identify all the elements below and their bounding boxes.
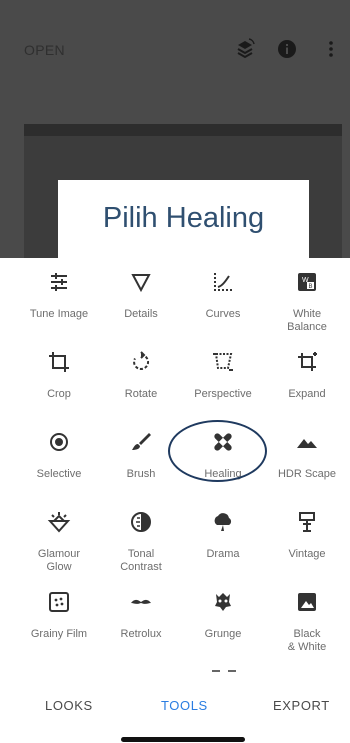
more-options-icon[interactable] <box>320 38 342 60</box>
tool-black-white[interactable]: Black & White <box>264 590 350 654</box>
tool-grainy-film[interactable]: Grainy Film <box>16 590 102 641</box>
tool-tonal-contrast[interactable]: Tonal Contrast <box>98 510 184 574</box>
tool-label: Tonal Contrast <box>120 548 162 573</box>
brush-icon <box>129 430 153 454</box>
drama-icon <box>211 510 235 534</box>
photo-top-strip <box>24 124 342 136</box>
tool-label: Grainy Film <box>30 628 88 640</box>
tool-rotate[interactable]: Rotate <box>98 350 184 401</box>
instruction-text: Pilih Healing <box>102 202 265 234</box>
healing-highlight-annotation <box>168 420 267 482</box>
tool-vintage[interactable]: Vintage <box>264 510 350 561</box>
perspective-icon <box>211 350 235 374</box>
grunge-icon <box>211 590 235 614</box>
tonal-contrast-icon <box>129 510 153 534</box>
tool-label: Tune Image <box>29 308 89 320</box>
tool-label: Retrolux <box>120 628 162 640</box>
tools-grid: Tune Image Details Curves W B White Bala… <box>0 258 350 678</box>
tool-label: Rotate <box>124 388 158 400</box>
tool-selective[interactable]: Selective <box>16 430 102 481</box>
tool-label: Black & White <box>287 628 327 653</box>
tool-label: Crop <box>47 388 71 400</box>
tool-label: Vintage <box>288 548 326 560</box>
tune-image-icon <box>47 270 71 294</box>
svg-text:B: B <box>309 284 313 290</box>
expand-icon <box>295 350 319 374</box>
rotate-icon <box>129 350 153 374</box>
more-tools-indicator <box>212 670 238 672</box>
instruction-caption: Pilih Healing <box>58 180 309 258</box>
tool-hdr-scape[interactable]: HDR Scape <box>264 430 350 481</box>
tool-label: Details <box>124 308 158 320</box>
glamour-glow-icon <box>47 510 71 534</box>
tool-label: Perspective <box>194 388 252 400</box>
grainy-film-icon <box>47 590 71 614</box>
tool-retrolux[interactable]: Retrolux <box>98 590 184 641</box>
tool-perspective[interactable]: Perspective <box>180 350 266 401</box>
tab-export[interactable]: EXPORT <box>273 698 330 713</box>
tool-label: HDR Scape <box>277 468 337 480</box>
tool-label: Glamour Glow <box>37 548 81 573</box>
tool-label: Expand <box>288 388 326 400</box>
tool-drama[interactable]: Drama <box>180 510 266 561</box>
tool-label: Drama <box>206 548 240 560</box>
home-indicator[interactable] <box>121 737 245 742</box>
black-white-icon <box>295 590 319 614</box>
hdr-scape-icon <box>295 430 319 454</box>
white-balance-icon: W B <box>295 270 319 294</box>
tool-white-balance[interactable]: W B White Balance <box>264 270 350 334</box>
tool-label: Grunge <box>204 628 242 640</box>
selective-icon <box>47 430 71 454</box>
crop-icon <box>47 350 71 374</box>
tool-curves[interactable]: Curves <box>180 270 266 321</box>
tool-glamour-glow[interactable]: Glamour Glow <box>16 510 102 574</box>
tool-label: Curves <box>205 308 241 320</box>
details-icon <box>129 270 153 294</box>
bottom-nav: LOOKS TOOLS EXPORT <box>0 682 350 728</box>
curves-icon <box>211 270 235 294</box>
tool-label: White Balance <box>287 308 327 333</box>
tool-label: Selective <box>36 468 82 480</box>
retrolux-icon <box>129 590 153 614</box>
app-bar: OPEN <box>0 30 350 70</box>
tab-tools[interactable]: TOOLS <box>161 698 208 713</box>
info-icon[interactable] <box>276 38 298 60</box>
vintage-icon <box>295 510 319 534</box>
tool-crop[interactable]: Crop <box>16 350 102 401</box>
tool-expand[interactable]: Expand <box>264 350 350 401</box>
layers-undo-icon[interactable] <box>234 38 256 60</box>
tool-label: Brush <box>126 468 156 480</box>
tab-looks[interactable]: LOOKS <box>45 698 93 713</box>
tool-grunge[interactable]: Grunge <box>180 590 266 641</box>
tool-tune-image[interactable]: Tune Image <box>16 270 102 321</box>
open-button[interactable]: OPEN <box>24 42 65 58</box>
tool-details[interactable]: Details <box>98 270 184 321</box>
